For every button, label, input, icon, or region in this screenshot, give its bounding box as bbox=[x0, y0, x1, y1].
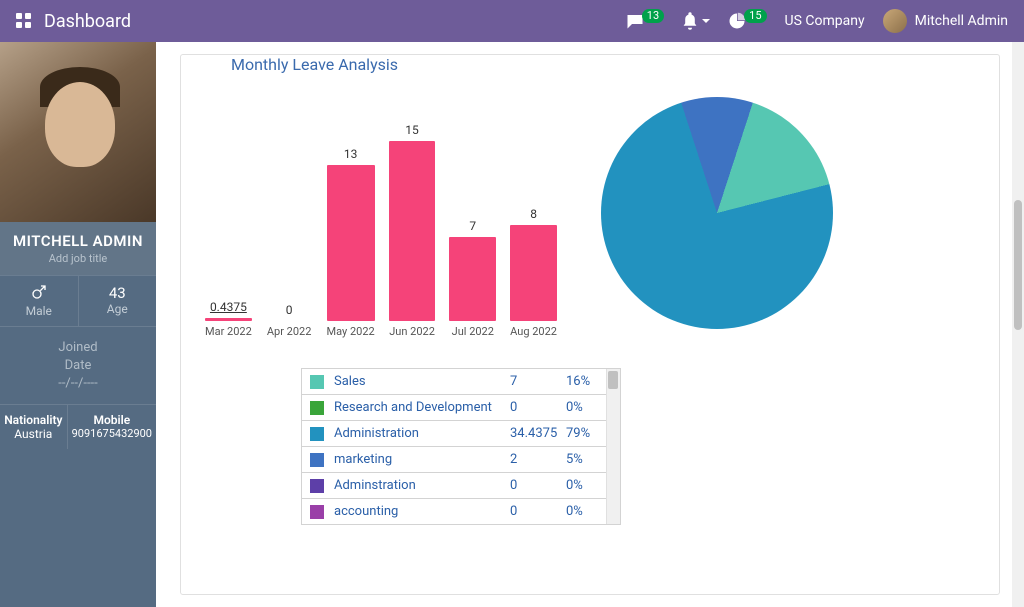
company-selector[interactable]: US Company bbox=[785, 13, 865, 29]
legend-swatch bbox=[310, 505, 324, 519]
date-value: --/--/---- bbox=[4, 376, 152, 391]
legend-row[interactable]: Adminstration00% bbox=[302, 473, 620, 499]
gender-label: Male bbox=[4, 304, 74, 318]
gender-icon bbox=[4, 284, 74, 304]
user-menu[interactable]: Mitchell Admin bbox=[883, 9, 1008, 33]
nationality-label: Nationality bbox=[4, 413, 63, 427]
nationality-value: Austria bbox=[4, 427, 63, 441]
legend-percent: 0% bbox=[566, 504, 602, 519]
bar-category-label: Apr 2022 bbox=[267, 325, 312, 338]
bar-col: 0 Apr 2022 bbox=[266, 303, 313, 338]
legend-scrollbar[interactable] bbox=[606, 369, 620, 524]
bar-category-label: Aug 2022 bbox=[510, 325, 557, 338]
legend-value: 34.4375 bbox=[510, 426, 566, 441]
main-content: Monthly Leave Analysis 0.4375 Mar 2022 0 Ap… bbox=[156, 42, 1024, 607]
legend-percent: 5% bbox=[566, 452, 602, 467]
bar-value: 15 bbox=[405, 123, 419, 137]
legend-name: Adminstration bbox=[334, 478, 510, 493]
job-title-field[interactable]: Add job title bbox=[4, 252, 152, 265]
legend-value: 0 bbox=[510, 504, 566, 519]
legend-row[interactable]: Research and Development00% bbox=[302, 395, 620, 421]
legend-row[interactable]: Sales716% bbox=[302, 369, 620, 395]
bar-value: 0 bbox=[286, 303, 293, 317]
page-scrollbar[interactable] bbox=[1012, 42, 1024, 607]
legend-percent: 79% bbox=[566, 426, 602, 441]
legend-swatch bbox=[310, 479, 324, 493]
bar-col: 13 May 2022 bbox=[327, 147, 375, 338]
chevron-down-icon bbox=[702, 19, 710, 23]
legend-swatch bbox=[310, 427, 324, 441]
legend-name: accounting bbox=[334, 504, 510, 519]
bar-category-label: Jun 2022 bbox=[389, 325, 435, 338]
bar bbox=[205, 318, 252, 321]
legend-value: 0 bbox=[510, 478, 566, 493]
legend-percent: 16% bbox=[566, 374, 602, 389]
legend-name: marketing bbox=[334, 452, 510, 467]
mobile-label: Mobile bbox=[72, 413, 152, 427]
legend-value: 7 bbox=[510, 374, 566, 389]
legend-swatch bbox=[310, 453, 324, 467]
pie-legend-table: Sales716%Research and Development00%Admi… bbox=[301, 368, 621, 525]
bar-category-label: Jul 2022 bbox=[452, 325, 494, 338]
legend-row[interactable]: accounting00% bbox=[302, 499, 620, 524]
bar-value: 13 bbox=[344, 147, 358, 161]
page-title[interactable]: Dashboard bbox=[44, 11, 131, 32]
activities-badge: 15 bbox=[744, 9, 766, 23]
legend-row[interactable]: Administration34.437579% bbox=[302, 421, 620, 447]
bar bbox=[389, 141, 436, 321]
legend-swatch bbox=[310, 401, 324, 415]
bar-col: 15 Jun 2022 bbox=[389, 123, 436, 338]
notifications-icon[interactable] bbox=[682, 12, 710, 30]
bar-value: 0.4375 bbox=[210, 300, 247, 314]
bar-category-label: Mar 2022 bbox=[205, 325, 252, 338]
bar-value: 8 bbox=[530, 207, 537, 221]
leave-pie-chart bbox=[601, 97, 833, 329]
activities-icon[interactable]: 15 bbox=[728, 12, 766, 30]
legend-name: Administration bbox=[334, 426, 510, 441]
bar-col: 7 Jul 2022 bbox=[449, 219, 496, 338]
messages-badge: 13 bbox=[642, 9, 664, 23]
top-navbar: Dashboard 13 15 US Company Mitchell Admi… bbox=[0, 0, 1024, 42]
joined-label: Joined bbox=[4, 340, 152, 355]
profile-sidebar: MITCHELL ADMIN Add job title Male 43 Age… bbox=[0, 42, 156, 607]
legend-name: Sales bbox=[334, 374, 510, 389]
avatar bbox=[883, 9, 907, 33]
age-value: 43 bbox=[83, 284, 153, 302]
profile-photo bbox=[0, 42, 156, 222]
chart-title: Monthly Leave Analysis bbox=[201, 55, 979, 88]
bar bbox=[327, 165, 375, 321]
age-label: Age bbox=[83, 302, 153, 316]
legend-row[interactable]: marketing25% bbox=[302, 447, 620, 473]
legend-percent: 0% bbox=[566, 400, 602, 415]
legend-value: 0 bbox=[510, 400, 566, 415]
legend-value: 2 bbox=[510, 452, 566, 467]
bar bbox=[510, 225, 557, 321]
bar-category-label: May 2022 bbox=[327, 325, 375, 338]
user-name: Mitchell Admin bbox=[915, 13, 1008, 29]
profile-name: MITCHELL ADMIN bbox=[4, 232, 152, 250]
messages-icon[interactable]: 13 bbox=[626, 13, 664, 29]
legend-name: Research and Development bbox=[334, 400, 510, 415]
date-label: Date bbox=[4, 358, 152, 373]
apps-icon[interactable] bbox=[16, 13, 32, 29]
bar-col: 0.4375 Mar 2022 bbox=[205, 300, 252, 338]
bar bbox=[449, 237, 496, 321]
legend-percent: 0% bbox=[566, 478, 602, 493]
bar-value: 7 bbox=[469, 219, 476, 233]
analysis-card: Monthly Leave Analysis 0.4375 Mar 2022 0 Ap… bbox=[180, 54, 1000, 595]
company-name: US Company bbox=[785, 13, 865, 29]
bar-col: 8 Aug 2022 bbox=[510, 207, 557, 338]
legend-swatch bbox=[310, 375, 324, 389]
monthly-leave-bar-chart: 0.4375 Mar 2022 0 Apr 2022 13 May 2022 15 Jun 2… bbox=[201, 88, 561, 338]
mobile-value: 9091675432900 bbox=[72, 427, 152, 440]
